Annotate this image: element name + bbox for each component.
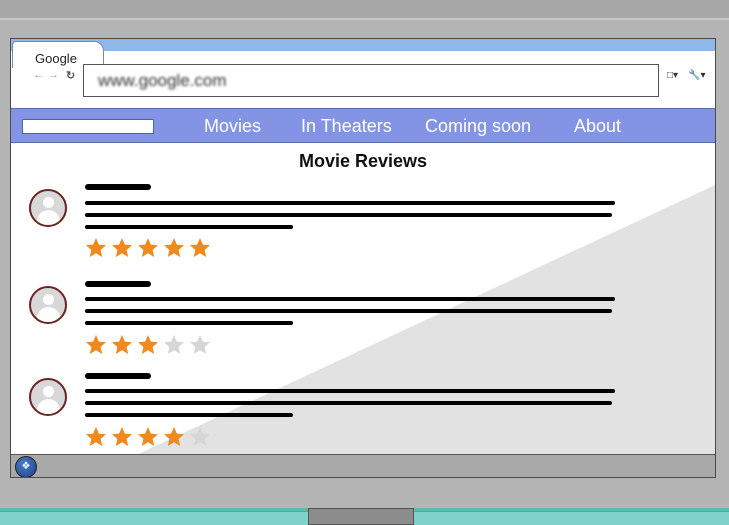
review-text-line	[85, 225, 293, 229]
star-filled-icon	[111, 426, 133, 448]
star-filled-icon	[163, 426, 185, 448]
arrow-left-icon[interactable]: ←	[33, 69, 44, 81]
nav-link-in-theaters[interactable]: In Theaters	[301, 116, 392, 137]
reload-icon[interactable]: ↻	[66, 69, 75, 82]
star-filled-icon	[85, 237, 107, 259]
avatar	[29, 378, 67, 416]
monitor-top-bezel	[0, 0, 729, 20]
site-navbar: Movies In Theaters Coming soon About	[11, 108, 715, 143]
avatar	[29, 189, 67, 227]
page-title: Movie Reviews	[298, 151, 428, 171]
star-empty-icon	[189, 334, 211, 356]
page-menu-icon[interactable]: □▾	[667, 70, 678, 81]
screen: Google ← → ↻ www.google.com □▾ 🔧▾ Movies…	[10, 38, 716, 478]
address-bar[interactable]: www.google.com	[83, 64, 659, 97]
windows-logo-icon[interactable]: ❖	[15, 456, 37, 477]
star-empty-icon	[163, 334, 185, 356]
star-filled-icon	[85, 334, 107, 356]
star-filled-icon	[137, 237, 159, 259]
review-author-placeholder	[85, 281, 151, 287]
star-filled-icon	[137, 426, 159, 448]
review-text-line	[85, 321, 293, 325]
review-text-line	[85, 309, 612, 313]
star-filled-icon	[163, 237, 185, 259]
review-text-line	[85, 389, 615, 393]
review-author-placeholder	[85, 184, 151, 190]
taskbar: ❖	[11, 454, 715, 477]
star-filled-icon	[85, 426, 107, 448]
monitor-stand	[308, 508, 414, 525]
arrow-right-icon[interactable]: →	[48, 69, 59, 81]
address-url: www.google.com	[98, 71, 227, 90]
tab-title: Google	[35, 51, 77, 66]
star-empty-icon	[189, 426, 211, 448]
wrench-icon[interactable]: 🔧▾	[688, 70, 705, 81]
review-text-line	[85, 401, 612, 405]
star-filled-icon	[111, 237, 133, 259]
site-search-input[interactable]	[22, 119, 154, 134]
nav-link-coming-soon[interactable]: Coming soon	[425, 116, 531, 137]
review-text-line	[85, 201, 615, 205]
review-text-line	[85, 413, 293, 417]
star-filled-icon	[111, 334, 133, 356]
nav-link-about[interactable]: About	[574, 116, 621, 137]
review-text-line	[85, 297, 615, 301]
review-text-line	[85, 213, 612, 217]
review-author-placeholder	[85, 373, 151, 379]
star-filled-icon	[189, 237, 211, 259]
avatar	[29, 286, 67, 324]
nav-link-movies[interactable]: Movies	[204, 116, 261, 137]
star-filled-icon	[137, 334, 159, 356]
